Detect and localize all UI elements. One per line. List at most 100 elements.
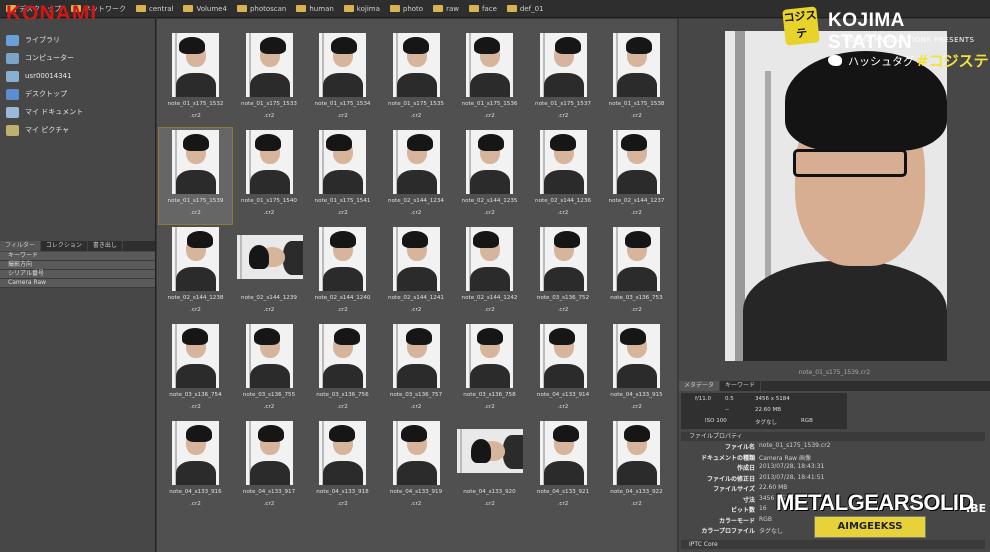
thumbnail-cell[interactable]: note_01_s175_1538 .cr2: [600, 31, 673, 127]
thumbnail-cell[interactable]: note_04_s133_915 .cr2: [600, 322, 673, 418]
thumbnail-extension: .cr2: [484, 404, 495, 410]
thumbnail-cell[interactable]: note_01_s175_1532 .cr2: [159, 31, 232, 127]
thumbnail-cell[interactable]: note_01_s175_1536 .cr2: [453, 31, 526, 127]
thumbnail-cell[interactable]: note_04_s133_917 .cr2: [233, 419, 306, 515]
thumbnail-cell[interactable]: note_02_s144_1238 .cr2: [159, 225, 232, 321]
left-panel: ライブラリコンピューター usr00014341 デスクトップマイ ドキュメントマイ…: [0, 19, 156, 552]
thumbnail-cell[interactable]: note_03_s136_753 .cr2: [600, 225, 673, 321]
thumbnail-extension: .cr2: [190, 404, 201, 410]
thumbnail-cell[interactable]: note_02_s144_1234 .cr2: [380, 128, 453, 224]
breadcrumb-item[interactable]: face: [469, 5, 497, 13]
thumbnail-cell[interactable]: note_02_s144_1240 .cr2: [306, 225, 379, 321]
file-properties-header[interactable]: ファイルプロパティ: [681, 432, 985, 441]
thumbnail-cell[interactable]: note_02_s144_1236 .cr2: [527, 128, 600, 224]
metadata-quick-view: f/11.0 0.5 -- ISO 100 3456 x 5184 22.60 …: [681, 393, 847, 429]
thumbnail-image: [613, 421, 660, 485]
thumbnail-cell[interactable]: note_01_s175_1540 .cr2: [233, 128, 306, 224]
thumbnail-extension: .cr2: [631, 307, 642, 313]
thumbnail-cell[interactable]: note_01_s175_1533 .cr2: [233, 31, 306, 127]
thumbnail-cell[interactable]: note_04_s133_920 .cr2: [453, 419, 526, 515]
sidebar-item[interactable]: ライブラリ: [0, 31, 155, 49]
folder-icon: [469, 5, 479, 12]
thumbnail-cell[interactable]: note_01_s175_1541 .cr2: [306, 128, 379, 224]
thumbnail-cell[interactable]: note_01_s175_1537 .cr2: [527, 31, 600, 127]
thumbnail-cell[interactable]: note_03_s136_752 .cr2: [527, 225, 600, 321]
quick-dims: 3456 x 5184: [755, 396, 790, 402]
thumbnail-extension: .cr2: [484, 501, 495, 507]
thumbnail-cell[interactable]: note_03_s136_756 .cr2: [306, 322, 379, 418]
breadcrumb-item[interactable]: Volume4: [183, 5, 227, 13]
thumbnail-cell[interactable]: note_02_s144_1237 .cr2: [600, 128, 673, 224]
thumbnail-cell[interactable]: note_01_s175_1535 .cr2: [380, 31, 453, 127]
metadata-key: カラープロファイル: [701, 528, 755, 535]
metadata-key: ビット数: [730, 507, 755, 514]
quick-tag: タグなし: [755, 420, 778, 426]
breadcrumb-item[interactable]: photoscan: [236, 5, 286, 13]
sidebar-item-label: コンピューター: [25, 54, 74, 62]
thumbnail-filename: note_01_s175_1540: [241, 198, 297, 204]
filter-row[interactable]: キーワード: [0, 252, 155, 261]
breadcrumb-item[interactable]: raw: [433, 5, 459, 13]
thumbnail-filename: note_01_s175_1538: [608, 101, 665, 107]
sidebar-item[interactable]: マイ ピクチャ: [0, 121, 155, 139]
breadcrumb-item[interactable]: human: [296, 5, 334, 13]
thumbnail-image: [172, 421, 219, 485]
thumbnail-image: [613, 130, 660, 194]
filter-row[interactable]: 撮影方向: [0, 261, 155, 270]
filter-tab[interactable]: 書き出し: [88, 241, 123, 251]
library-icon: [6, 34, 19, 46]
filter-row[interactable]: シリアル番号: [0, 270, 155, 279]
thumbnail-extension: .cr2: [263, 210, 275, 216]
thumbnail-cell[interactable]: note_02_s144_1235 .cr2: [453, 128, 526, 224]
thumbnail-cell[interactable]: note_02_s144_1241 .cr2: [380, 225, 453, 321]
thumbnail-cell[interactable]: note_04_s133_922 .cr2: [600, 419, 673, 515]
metadata-row: ドキュメントの種類 Camera Raw 画像: [681, 453, 985, 464]
thumbnail-cell[interactable]: note_04_s133_918 .cr2: [306, 419, 379, 515]
metadata-key: ファイルサイズ: [713, 486, 755, 493]
thumbnail-extension: .cr2: [410, 113, 422, 119]
sidebar-item-label: マイ ドキュメント: [25, 108, 84, 116]
thumbnail-image: [539, 421, 587, 485]
thumbnail-cell[interactable]: note_02_s144_1239 .cr2: [233, 225, 306, 321]
thumbnail-cell[interactable]: note_03_s136_757 .cr2: [380, 322, 453, 418]
thumbnail-cell[interactable]: note_04_s133_916 .cr2: [159, 419, 232, 515]
thumbnail-filename: note_04_s133_917: [242, 489, 296, 495]
thumbnail-cell[interactable]: note_03_s136_754 .cr2: [159, 322, 232, 418]
thumbnail-extension: .cr2: [190, 307, 201, 313]
filter-tab[interactable]: フィルター: [0, 241, 41, 251]
thumbnail-extension: .cr2: [557, 210, 569, 216]
breadcrumb-item[interactable]: def_01: [506, 5, 544, 13]
breadcrumb-item[interactable]: central: [136, 5, 173, 13]
thumbnail-cell[interactable]: note_03_s136_758 .cr2: [453, 322, 526, 418]
sidebar-item[interactable]: コンピューター: [0, 49, 155, 67]
sidebar-item[interactable]: マイ ドキュメント: [0, 103, 155, 121]
filter-row[interactable]: Camera Raw: [0, 279, 155, 288]
thumbnail-filename: note_04_s133_919: [389, 489, 443, 495]
preview-filename: note_01_s175_1539.cr2: [798, 369, 871, 376]
thumbnail-filename: note_03_s136_758: [463, 392, 516, 398]
thumbnail-cell[interactable]: note_04_s133_919 .cr2: [380, 419, 453, 515]
thumbnail-extension: .cr2: [410, 501, 422, 507]
thumbnail-cell[interactable]: note_04_s133_921 .cr2: [527, 419, 600, 515]
breadcrumb-item[interactable]: kojima: [343, 5, 380, 13]
breadcrumb-item[interactable]: photo: [389, 5, 423, 13]
metadata-tab[interactable]: メタデータ: [679, 381, 721, 391]
sidebar-item[interactable]: デスクトップ: [0, 85, 155, 103]
metadata-tab[interactable]: キーワード: [720, 381, 762, 391]
thumbnail-cell[interactable]: note_02_s144_1242 .cr2: [453, 225, 526, 321]
thumbnail-filename: note_02_s144_1240: [314, 295, 371, 301]
sidebar-item-label: デスクトップ: [25, 90, 67, 98]
filter-tab[interactable]: コレクション: [41, 241, 88, 251]
thumbnail-cell[interactable]: note_01_s175_1534 .cr2: [306, 31, 379, 127]
thumbnail-cell[interactable]: note_03_s136_755 .cr2: [233, 322, 306, 418]
mgs-logo: METALGEARSOLID: [776, 490, 974, 515]
thumbnail-image: [319, 33, 366, 97]
sidebar-item[interactable]: usr00014341: [0, 67, 155, 85]
filter-tabs: フィルター コレクション 書き出し: [0, 241, 155, 251]
thumbnail-extension: .cr2: [631, 113, 642, 119]
thumbnail-image: [457, 429, 523, 473]
thumbnail-filename: note_04_s133_914: [536, 392, 590, 398]
thumbnail-filename: note_02_s144_1236: [535, 198, 591, 204]
thumbnail-cell[interactable]: note_01_s175_1539 .cr2: [158, 127, 233, 225]
thumbnail-cell[interactable]: note_04_s133_914 .cr2: [527, 322, 600, 418]
